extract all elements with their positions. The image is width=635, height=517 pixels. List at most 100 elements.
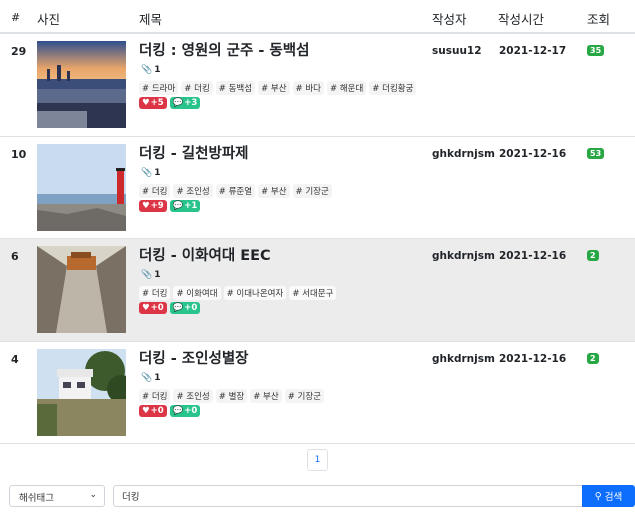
hashtag[interactable]: # 서대문구 [289,286,337,300]
tag-list: # 더킹 # 이화여대 # 이대나온여자 # 서대문구 [139,286,337,300]
reaction-badges: ♥ +9 💬 +1 [139,199,201,212]
comment-badge: 💬 +1 [169,199,201,212]
hashtag[interactable]: # 기장군 [292,183,332,198]
hashtag[interactable]: # 바다 [292,81,324,95]
header-time: 작성시간 [498,12,545,27]
table-row[interactable]: 10 더킹 - 길천방파제 📎 1 # 더킹 # 조인성 # 류준열 # 부산 … [0,136,635,239]
header-views: 조회 [587,12,611,27]
search-bar: 해쉬태그 ⌄ ⚲ 검색 [9,485,635,507]
post-thumbnail[interactable] [37,143,126,231]
paperclip-icon: 📎 [141,167,153,178]
post-thumbnail[interactable] [37,41,126,128]
views-badge: 35 [587,45,605,56]
attachment-count: 📎 1 [141,270,160,280]
post-title-link[interactable]: 더킹 - 조인성별장 [139,347,249,368]
hashtag[interactable]: # 드라마 [139,81,179,95]
heart-icon: ♥ [142,98,150,108]
post-number: 10 [11,147,27,161]
post-number: 4 [11,352,19,366]
post-number: 29 [11,45,27,58]
post-author: susuu12 [432,45,482,57]
comment-badge: 💬 +0 [169,404,201,417]
tag-list: # 더킹 # 조인성 # 별장 # 부산 # 기장군 [139,388,324,403]
like-badge: ♥ +0 [139,404,167,417]
comment-icon: 💬 [172,303,184,313]
hashtag[interactable]: # 더킹 [181,81,213,95]
like-badge: ♥ +9 [139,199,167,212]
paperclip-icon: 📎 [141,270,153,280]
comment-badge: 💬 +0 [169,302,201,314]
table-row[interactable]: 6 더킹 - 이화여대 EEC 📎 1 # 더킹 # 이화여대 # 이대나온여자… [0,239,635,342]
hashtag[interactable]: # 류준열 [215,183,256,198]
comment-icon: 💬 [172,405,184,416]
post-author: ghkdrnjsm [432,352,495,365]
hashtag[interactable]: # 더킹황궁 [369,81,417,95]
reaction-badges: ♥ +0 💬 +0 [139,404,201,417]
attachment-count-value: 1 [154,65,161,75]
hashtag[interactable]: # 해운대 [327,81,367,95]
hashtag[interactable]: # 기장군 [284,388,324,403]
views-badge: 53 [587,147,605,159]
search-type-select[interactable]: 해쉬태그 ⌄ [9,485,105,507]
comment-count: +1 [184,200,198,211]
post-title-link[interactable]: 더킹 - 이화여대 EEC [139,244,271,265]
hashtag[interactable]: # 더킹 [139,388,171,403]
pagination-page-1[interactable]: 1 [307,449,328,471]
header-num: # [11,11,21,24]
reaction-badges: ♥ +5 💬 +3 [139,97,201,109]
post-thumbnail[interactable] [37,246,126,333]
hashtag[interactable]: # 더킹 [139,286,171,300]
post-thumbnail[interactable] [37,348,126,436]
hashtag[interactable]: # 부산 [258,81,290,95]
post-number: 6 [11,250,19,263]
heart-icon: ♥ [142,303,150,313]
post-title-link[interactable]: 더킹 - 길천방파제 [139,142,249,163]
like-count: +9 [150,200,164,211]
search-icon: ⚲ [594,490,602,502]
header-title: 제목 [139,12,163,27]
hashtag[interactable]: # 동백섬 [215,81,256,95]
post-board: # 사진 제목 작성자 작성시간 조회 29 더킹: 영원의 군주 - 동백섬… [0,0,635,444]
heart-icon: ♥ [142,405,150,416]
post-date: 2021-12-16 [499,147,567,160]
hashtag[interactable]: # 더킹 [139,183,171,198]
header-photo: 사진 [37,12,61,27]
hashtag[interactable]: # 부산 [258,183,290,198]
table-header: # 사진 제목 작성자 작성시간 조회 [0,0,635,34]
hashtag[interactable]: # 조인성 [173,183,213,198]
post-author: ghkdrnjsm [432,250,495,262]
paperclip-icon: 📎 [141,372,153,383]
comment-count: +0 [184,303,198,313]
attachment-count: 📎 1 [141,65,160,75]
heart-icon: ♥ [142,200,150,211]
search-input[interactable] [113,485,587,507]
like-badge: ♥ +5 [139,97,167,109]
hashtag[interactable]: # 조인성 [173,388,213,403]
hashtag[interactable]: # 별장 [215,388,248,403]
chevron-down-icon: ⌄ [89,490,97,500]
table-row[interactable]: 29 더킹 : 영원의 군주 - 동백섬 📎 1 # 드라마 # 더킹 # 동백… [0,34,635,137]
tag-list: # 더킹 # 조인성 # 류준열 # 부산 # 기장군 [139,183,332,198]
table-row[interactable]: 4 더킹 - 조인성별장 📎 1 # 더킹 # 조인성 # 별장 # 부산 # … [0,341,635,444]
hashtag[interactable]: # 이대나온여자 [223,286,287,300]
comment-count: +3 [184,98,198,108]
comment-icon: 💬 [172,200,184,211]
post-author: ghkdrnjsm [432,147,495,160]
search-button[interactable]: ⚲ 검색 [582,485,635,507]
attachment-count: 📎 1 [141,168,160,178]
hashtag[interactable]: # 이화여대 [173,286,221,300]
search-type-value: 해쉬태그 [19,493,54,504]
attachment-count-value: 1 [154,372,161,383]
tag-list: # 드라마 # 더킹 # 동백섬 # 부산 # 바다 # 해운대 # 더킹황궁 [139,81,417,95]
comment-icon: 💬 [172,98,184,108]
reaction-badges: ♥ +0 💬 +0 [139,302,201,314]
post-date: 2021-12-17 [499,45,567,57]
post-title-link[interactable]: 더킹 : 영원의 군주 - 동백섬 [139,39,309,60]
like-count: +0 [150,405,164,416]
hashtag[interactable]: # 부산 [250,388,282,403]
attachment-count-value: 1 [154,167,161,178]
attachment-count: 📎 1 [141,373,160,383]
like-count: +5 [150,98,164,108]
views-badge: 2 [587,250,599,261]
post-date: 2021-12-16 [499,352,567,365]
